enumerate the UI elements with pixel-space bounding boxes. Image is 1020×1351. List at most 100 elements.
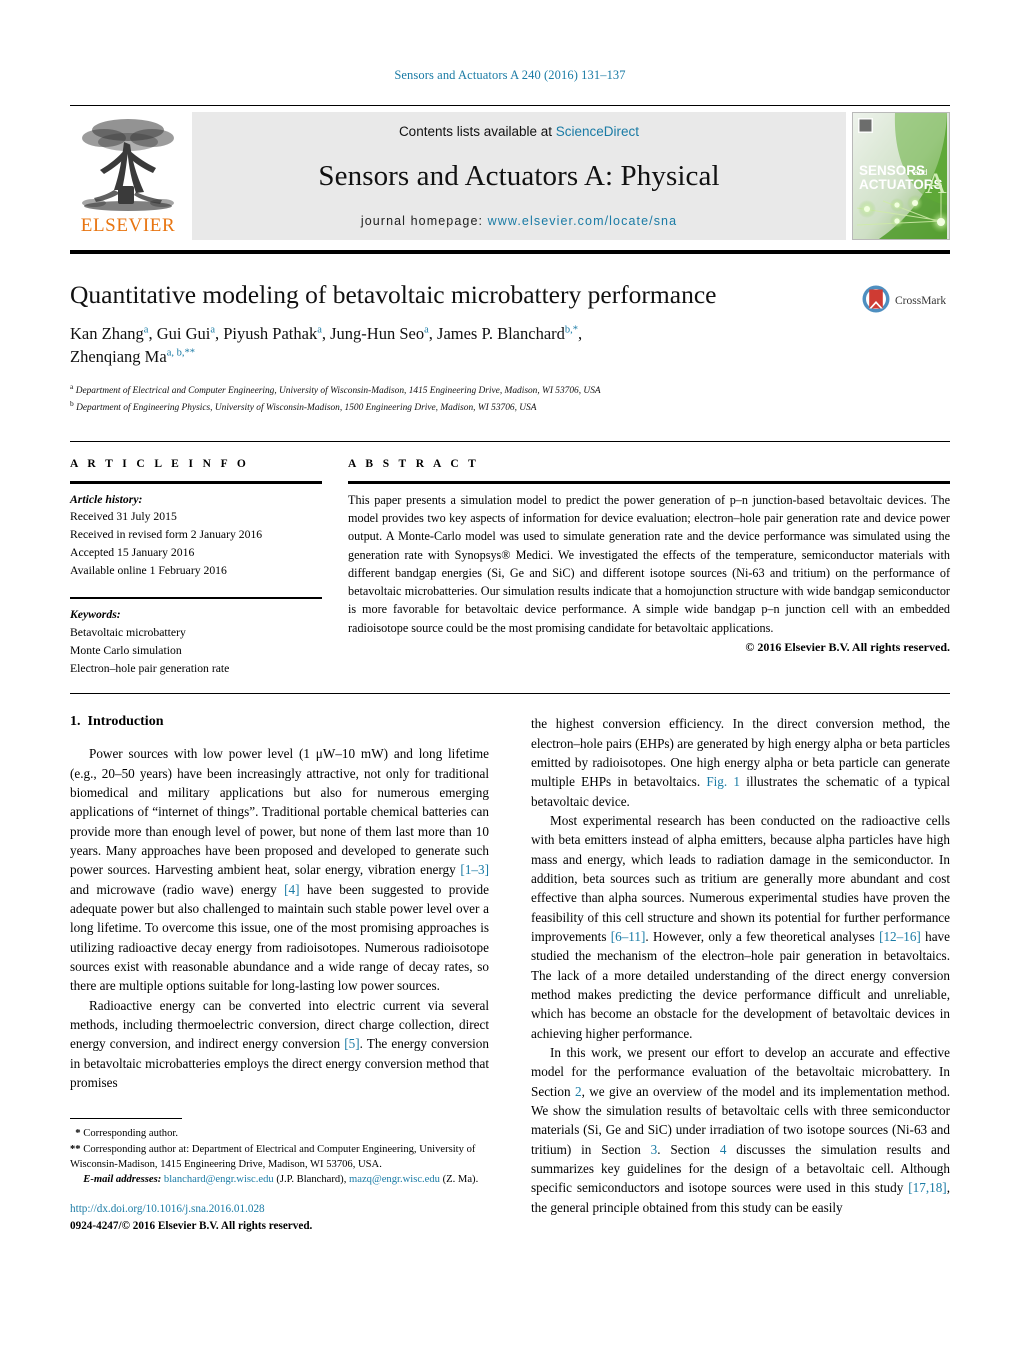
- body-divider: [70, 693, 950, 695]
- elsevier-tree-icon: [82, 119, 174, 211]
- email-owner: (J.P. Blanchard),: [276, 1174, 347, 1186]
- footnote-marker: *: [75, 1128, 81, 1140]
- abstract-copyright: © 2016 Elsevier B.V. All rights reserved…: [745, 640, 950, 655]
- citation-link[interactable]: [1–3]: [460, 862, 489, 877]
- article-info-heading: A R T I C L E I N F O: [70, 458, 250, 471]
- citation-link[interactable]: [5]: [344, 1036, 359, 1051]
- section-number: 1.: [70, 714, 81, 730]
- figure-link[interactable]: Fig. 1: [706, 774, 740, 789]
- title-block: CrossMark Quantitative modeling of betav…: [70, 280, 950, 415]
- contents-prefix: Contents lists available at: [398, 124, 556, 139]
- keywords-rule: [70, 596, 322, 600]
- section-heading: 1. Introduction: [70, 714, 489, 730]
- homepage-prefix: journal homepage:: [360, 214, 488, 228]
- citation-link[interactable]: [4]: [284, 882, 299, 897]
- article-history-group: Article history: Received 31 July 2015 R…: [70, 491, 322, 580]
- history-item: Accepted 15 January 2016: [70, 546, 195, 560]
- crossmark-badge[interactable]: CrossMark: [858, 284, 950, 319]
- history-item: Received in revised form 2 January 2016: [70, 528, 263, 542]
- elsevier-logo: ELSEVIER: [70, 112, 186, 240]
- journal-homepage-link[interactable]: www.elsevier.com/locate/sna: [488, 214, 678, 228]
- footnote-text: Corresponding author at: Department of E…: [70, 1143, 476, 1170]
- elsevier-wordmark: ELSEVIER: [80, 215, 176, 236]
- footnotes: * Corresponding author. ** Corresponding…: [70, 1118, 489, 1234]
- paragraph: Most experimental research has been cond…: [531, 813, 950, 1041]
- abstract-column: A B S T R A C T This paper presents a si…: [348, 458, 950, 677]
- keyword-item: Monte Carlo simulation: [70, 643, 182, 657]
- cover-letter: A: [925, 167, 947, 200]
- citation-link[interactable]: [17,18]: [908, 1180, 946, 1195]
- email-owner: (Z. Ma).: [442, 1174, 479, 1186]
- masthead-divider: [70, 250, 950, 254]
- contents-lists-line: Contents lists available at ScienceDirec…: [399, 124, 639, 139]
- affiliation-list: a Department of Electrical and Computer …: [70, 381, 950, 415]
- page-title: Quantitative modeling of betavoltaic mic…: [70, 280, 717, 309]
- crossmark-icon: CrossMark: [862, 285, 946, 313]
- author-name[interactable]: Zhenqiang Ma: [70, 347, 167, 366]
- affiliation-mark: b: [70, 398, 74, 408]
- history-item: Received 31 July 2015: [70, 510, 177, 524]
- article-info-column: A R T I C L E I N F O Article history: R…: [70, 458, 322, 677]
- author-affil-mark: b,*: [564, 324, 579, 336]
- author-name[interactable]: Piyush Pathak: [223, 324, 317, 343]
- affiliation-text: Department of Electrical and Computer En…: [75, 385, 601, 396]
- affiliation-item: a Department of Electrical and Computer …: [70, 381, 950, 398]
- paper-page: Sensors and Actuators A 240 (2016) 131–1…: [0, 0, 1020, 1351]
- crossmark-label: CrossMark: [895, 295, 946, 307]
- author-name[interactable]: Jung-Hun Seo: [330, 324, 424, 343]
- abstract-text: This paper presents a simulation model t…: [348, 492, 950, 635]
- journal-homepage-line: journal homepage: www.elsevier.com/locat…: [361, 214, 677, 228]
- section-link[interactable]: 2: [575, 1084, 582, 1099]
- journal-title: Sensors and Actuators A: Physical: [318, 160, 720, 192]
- keyword-item: Electron–hole pair generation rate: [70, 661, 230, 675]
- footnote-rule: [70, 1118, 182, 1120]
- section-title: Introduction: [87, 714, 164, 730]
- footnote-corresponding-2: ** Corresponding author at: Department o…: [70, 1142, 489, 1173]
- body-column-left: 1. Introduction Power sources with low po…: [70, 714, 489, 1234]
- info-abstract-row: A R T I C L E I N F O Article history: R…: [70, 441, 950, 677]
- footnote-emails: E-mail addresses: blanchard@engr.wisc.ed…: [70, 1172, 489, 1187]
- paragraph: Radioactive energy can be converted into…: [70, 997, 489, 1091]
- author-name[interactable]: Kan Zhang: [70, 324, 144, 343]
- affiliation-mark: a: [70, 381, 74, 391]
- doi-block: http://dx.doi.org/10.1016/j.sna.2016.01.…: [70, 1201, 489, 1235]
- journal-cover-thumbnail: SENSORS and ACTUATORS A: [852, 112, 950, 240]
- footnote-corresponding-1: * Corresponding author.: [70, 1126, 489, 1141]
- footnote-text: Corresponding author.: [83, 1128, 178, 1140]
- footnote-marker: **: [70, 1143, 81, 1155]
- affiliation-text: Department of Engineering Physics, Unive…: [76, 402, 537, 413]
- keywords-block: Keywords: Betavoltaic microbattery Monte…: [70, 606, 322, 677]
- section-link[interactable]: 3: [651, 1142, 658, 1157]
- abstract-heading: A B S T R A C T: [348, 458, 480, 471]
- journal-masthead: ELSEVIER Contents lists available at Sci…: [70, 105, 950, 240]
- abstract-rule: [348, 481, 950, 484]
- author-name[interactable]: Gui Gui: [157, 324, 211, 343]
- body-columns: 1. Introduction Power sources with low po…: [70, 714, 950, 1234]
- keyword-item: Betavoltaic microbattery: [70, 625, 186, 639]
- author-affil-mark: a, b,**: [166, 347, 195, 359]
- author-affil-mark: a: [143, 324, 149, 336]
- email-link[interactable]: mazq@engr.wisc.edu: [349, 1174, 440, 1185]
- running-head: Sensors and Actuators A 240 (2016) 131–1…: [394, 68, 626, 82]
- citation-link[interactable]: [6–11]: [611, 929, 646, 944]
- author-affil-mark: a: [424, 324, 429, 336]
- article-history-label: Article history:: [70, 492, 143, 506]
- author-affil-mark: a: [210, 324, 215, 336]
- paragraph: Power sources with low power level (1 μW…: [70, 746, 490, 994]
- cover-art: SENSORS and ACTUATORS A: [853, 113, 949, 239]
- paragraph: In this work, we present our effort to d…: [531, 1045, 951, 1215]
- email-link[interactable]: blanchard@engr.wisc.edu: [164, 1174, 274, 1185]
- author-affil-mark: a: [317, 324, 322, 336]
- affiliation-item: b Department of Engineering Physics, Uni…: [70, 398, 950, 415]
- author-list: Kan Zhanga, Gui Guia, Piyush Pathaka, Ju…: [70, 324, 583, 366]
- author-name[interactable]: James P. Blanchard: [437, 324, 565, 343]
- section-link[interactable]: 4: [720, 1142, 727, 1157]
- email-label: E-mail addresses:: [83, 1174, 162, 1186]
- issn-copyright: 0924-4247/© 2016 Elsevier B.V. All right…: [70, 1219, 313, 1232]
- masthead-center: Contents lists available at ScienceDirec…: [192, 112, 846, 240]
- keywords-label: Keywords:: [70, 608, 121, 622]
- body-column-right: the highest conversion efficiency. In th…: [531, 714, 950, 1234]
- citation-link[interactable]: [12–16]: [879, 929, 921, 944]
- sciencedirect-link[interactable]: ScienceDirect: [556, 124, 639, 139]
- doi-link[interactable]: http://dx.doi.org/10.1016/j.sna.2016.01.…: [70, 1201, 489, 1218]
